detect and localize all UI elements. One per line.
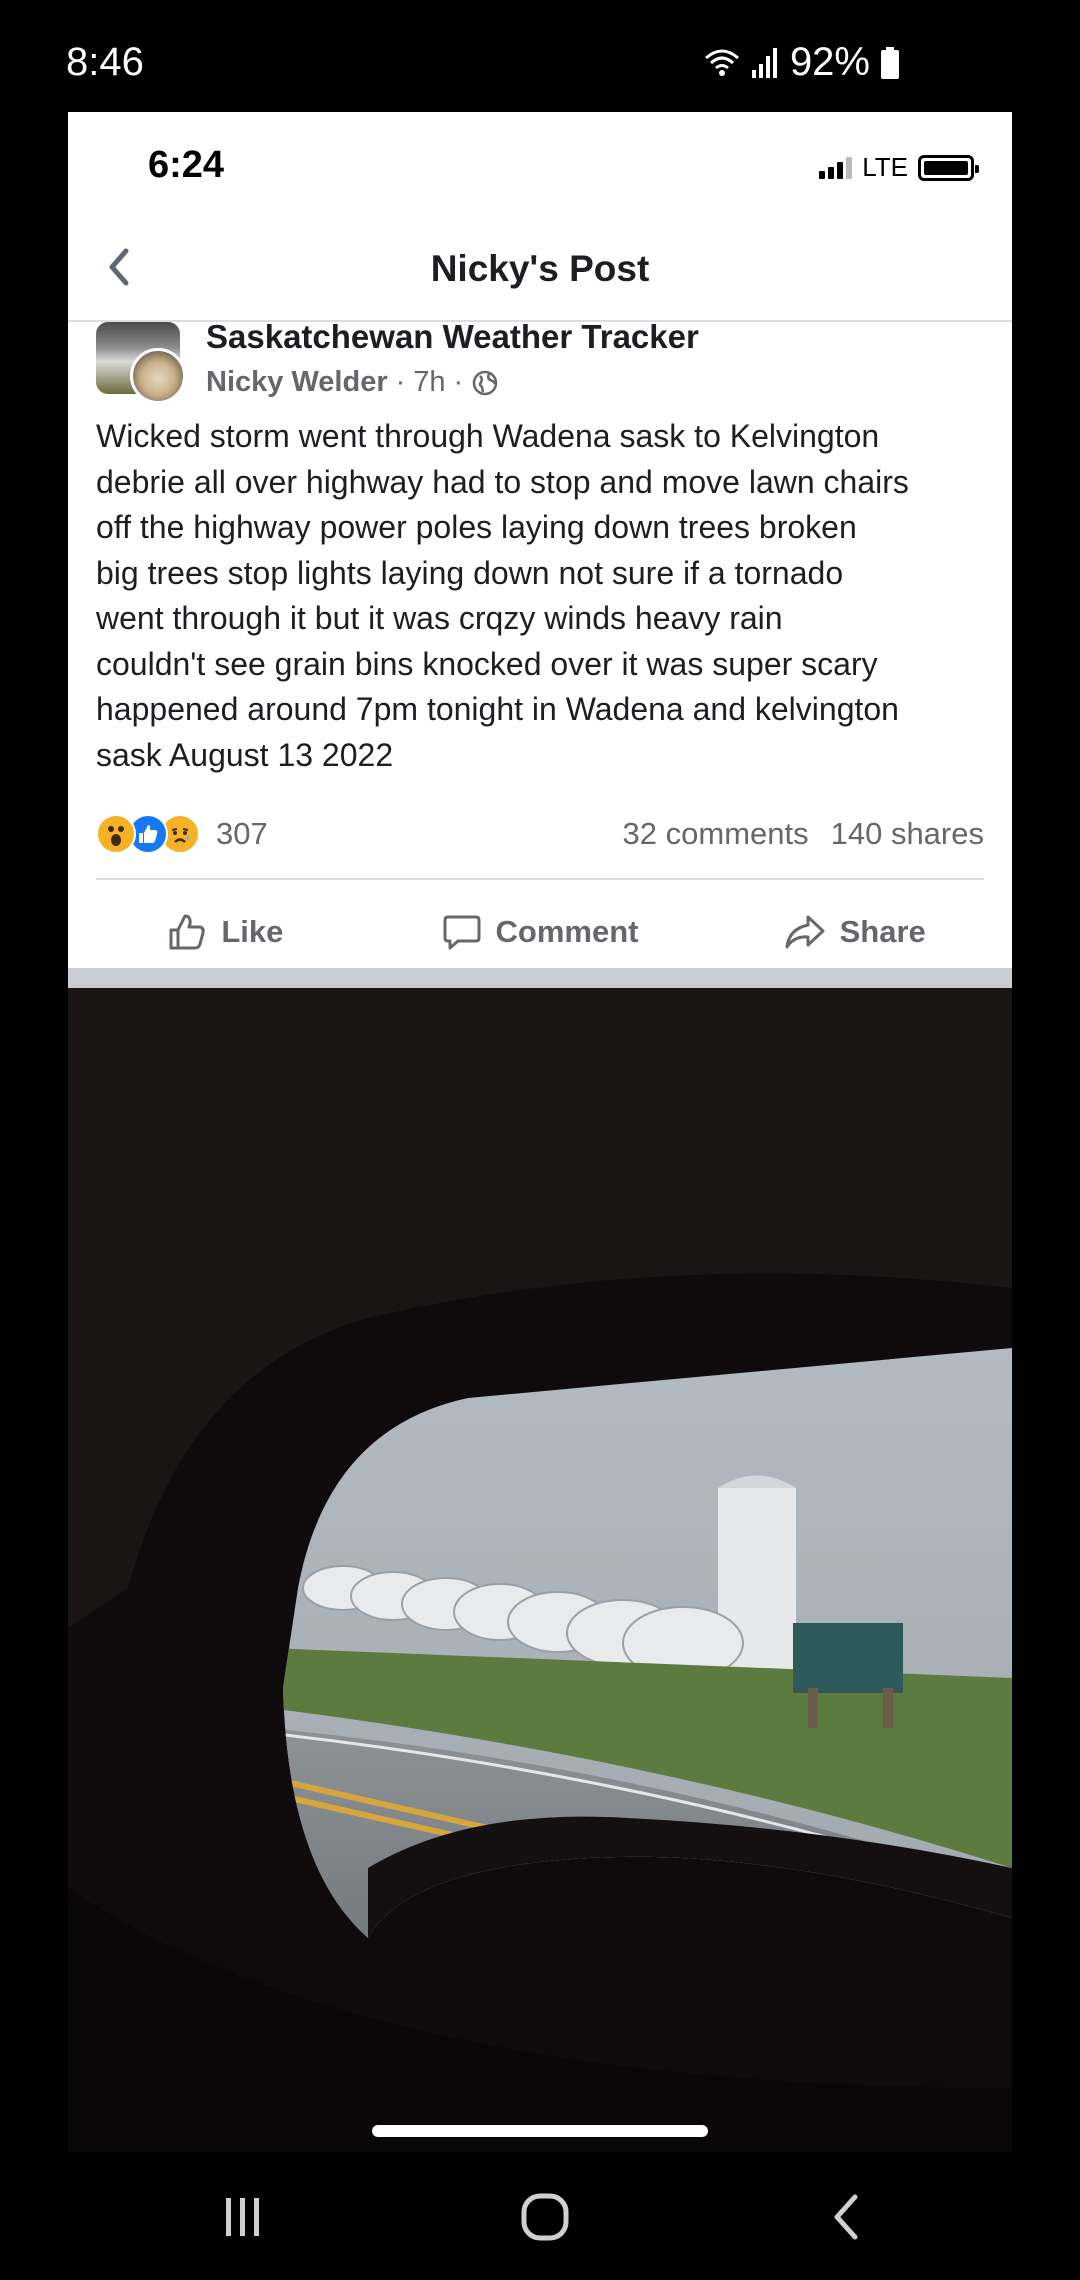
system-status-bar: 8:46 92% xyxy=(0,0,1080,110)
battery-icon xyxy=(881,46,899,79)
post-actions: Like Comment Share xyxy=(68,892,1012,972)
home-button[interactable] xyxy=(500,2182,590,2252)
storm-photo-illustration xyxy=(68,988,1012,2152)
post-card: Saskatchewan Weather Tracker Nicky Welde… xyxy=(68,318,1012,988)
globe-icon xyxy=(472,370,498,395)
cellular-signal-icon xyxy=(819,156,853,179)
shares-count[interactable]: 140 shares xyxy=(831,816,984,852)
like-button[interactable]: Like xyxy=(68,892,383,972)
action-divider xyxy=(96,878,984,880)
like-label: Like xyxy=(221,914,284,949)
share-label: Share xyxy=(839,914,926,949)
engagement-counts: 32 comments 140 shares xyxy=(623,816,984,852)
comment-button[interactable]: Comment xyxy=(383,892,698,972)
home-icon xyxy=(521,2193,569,2241)
inner-indicators: LTE xyxy=(819,152,979,183)
recent-apps-button[interactable] xyxy=(198,2182,288,2252)
comment-bubble-icon xyxy=(443,915,481,950)
post-header-bar: Nicky's Post xyxy=(68,212,1012,322)
group-name-link[interactable]: Saskatchewan Weather Tracker xyxy=(206,318,699,356)
post-time[interactable]: 7h xyxy=(413,366,445,399)
reaction-count[interactable]: 307 xyxy=(216,816,268,852)
meta-separator: · xyxy=(453,366,464,398)
network-type: LTE xyxy=(862,152,908,182)
thumbs-up-icon xyxy=(169,914,205,950)
post-meta: Nicky Welder · 7h · xyxy=(206,366,499,399)
post-text-line: off the highway power poles laying down … xyxy=(96,509,857,545)
inner-clock: 6:24 xyxy=(148,144,225,186)
wifi-icon xyxy=(704,49,739,76)
inner-status-bar: 6:24 LTE xyxy=(68,112,1012,212)
home-indicator[interactable] xyxy=(372,2125,708,2137)
author-name-link[interactable]: Nicky Welder xyxy=(206,366,388,399)
post-photo[interactable] xyxy=(68,988,1012,2152)
screenshot-frame: 6:24 LTE Nicky's Post Saskatchewan Weath… xyxy=(68,112,1012,2152)
comment-label: Comment xyxy=(495,914,639,949)
section-separator xyxy=(68,968,1012,988)
comments-count[interactable]: 32 comments xyxy=(623,816,809,852)
recent-apps-icon xyxy=(226,2198,259,2236)
page-title: Nicky's Post xyxy=(430,248,650,289)
post-text-line: couldn't see grain bins knocked over it … xyxy=(96,645,878,682)
back-arrow-icon xyxy=(834,2194,858,2240)
system-clock: 8:46 xyxy=(66,40,144,84)
battery-percent: 92% xyxy=(789,40,870,84)
post-text-line: big trees stop lights laying down not su… xyxy=(96,554,844,591)
system-navigation-bar xyxy=(0,2152,1080,2280)
share-arrow-icon xyxy=(785,915,825,949)
signal-icon xyxy=(751,47,777,78)
back-nav-button[interactable] xyxy=(802,2182,892,2252)
post-text-line: went through it but it was crqzy winds h… xyxy=(96,600,783,636)
reactions-summary[interactable]: 307 32 comments 140 shares xyxy=(96,810,984,860)
inner-battery-icon xyxy=(918,154,979,181)
post-text-line: Wicked storm went through Wadena sask to… xyxy=(96,418,880,454)
meta-separator: · xyxy=(395,366,406,398)
reaction-icons xyxy=(96,814,200,854)
system-indicators: 92% xyxy=(702,40,900,85)
post-body-text: Wicked storm went through Wadena sask to… xyxy=(96,414,986,778)
post-text-line: sask August 13 2022 xyxy=(96,736,394,773)
share-button[interactable]: Share xyxy=(697,892,1012,972)
wow-reaction-icon xyxy=(96,814,136,854)
post-avatars[interactable] xyxy=(96,322,186,404)
user-avatar[interactable] xyxy=(130,348,186,404)
post-text-line: debrie all over highway had to stop and … xyxy=(96,463,909,500)
post-text-line: happened around 7pm tonight in Wadena an… xyxy=(96,691,899,727)
